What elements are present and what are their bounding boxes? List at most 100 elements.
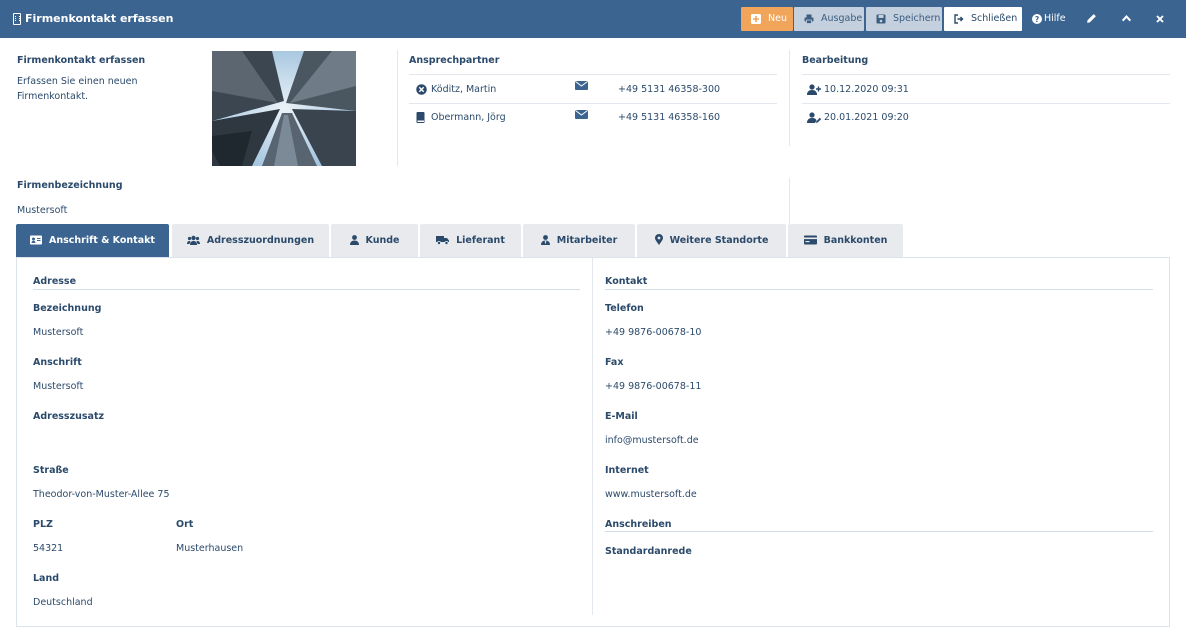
save-button-label: Speichern <box>893 13 941 24</box>
tab-address-contact[interactable]: Anschrift & Kontakt <box>16 224 169 257</box>
phone-label: Telefon <box>605 303 644 314</box>
tab-label: Kunde <box>365 235 400 246</box>
website-field[interactable]: www.mustersoft.de <box>605 489 697 500</box>
contacts-heading: Ansprechpartner <box>409 55 500 66</box>
user-icon <box>349 234 359 245</box>
standard-salutation-label: Standardanrede <box>605 546 692 557</box>
tab-label: Lieferant <box>456 235 505 246</box>
sign-out-icon <box>954 14 964 24</box>
contact-name[interactable]: Köditz, Martin <box>431 84 496 95</box>
designation-field[interactable]: Mustersoft <box>33 327 83 338</box>
building-icon <box>13 13 21 25</box>
svg-text:?: ? <box>1035 15 1039 24</box>
divider <box>409 103 777 104</box>
phone-field[interactable]: +49 9876-00678-10 <box>605 327 701 338</box>
pencil-icon <box>1086 14 1096 23</box>
title-bar: Firmenkontakt erfassen Neu Ausgabe Speic… <box>0 0 1186 38</box>
contact-name[interactable]: Obermann, Jörg <box>431 112 506 123</box>
company-photo <box>212 51 356 166</box>
envelope-icon[interactable] <box>575 109 588 120</box>
salutation-field[interactable]: Mustersoft <box>33 381 83 392</box>
window-title: Firmenkontakt erfassen <box>25 12 174 25</box>
x-circle-icon <box>416 84 427 95</box>
chevron-up-icon <box>1121 15 1131 22</box>
close-form-button-label: Schließen <box>971 13 1018 24</box>
street-field[interactable]: Theodor-von-Muster-Allee 75 <box>33 489 170 500</box>
truck-icon <box>436 235 450 245</box>
salutation-label: Anschrift <box>33 357 82 368</box>
email-field[interactable]: info@mustersoft.de <box>605 435 699 446</box>
printer-icon <box>804 14 814 24</box>
editing-heading: Bearbeitung <box>802 55 869 66</box>
new-button[interactable]: Neu <box>741 7 793 31</box>
company-value[interactable]: Mustersoft <box>17 205 67 216</box>
email-label: E-Mail <box>605 411 638 422</box>
contact-section-heading: Kontakt <box>605 276 648 287</box>
collapse-button[interactable] <box>1111 7 1141 31</box>
intro-heading: Firmenkontakt erfassen <box>17 55 146 66</box>
user-edit-icon <box>807 112 821 123</box>
book-icon <box>416 112 425 123</box>
fax-field[interactable]: +49 9876-00678-11 <box>605 381 701 392</box>
help-button[interactable]: ? Hilfe <box>1024 7 1074 31</box>
tab-label: Anschrift & Kontakt <box>49 235 155 246</box>
letter-section-heading: Anschreiben <box>605 519 672 530</box>
tab-locations[interactable]: Weitere Standorte <box>637 224 786 257</box>
modified-date: 20.01.2021 09:20 <box>824 112 909 123</box>
company-label: Firmenbezeichnung <box>17 180 123 191</box>
divider <box>592 258 593 615</box>
tab-address-assignments[interactable]: Adresszuordnungen <box>172 224 329 257</box>
street-label: Straße <box>33 465 69 476</box>
website-label: Internet <box>605 465 649 476</box>
zip-label: PLZ <box>33 519 53 530</box>
close-window-button[interactable] <box>1145 7 1175 31</box>
divider <box>605 289 1153 290</box>
help-button-label: Hilfe <box>1044 13 1066 24</box>
city-field[interactable]: Musterhausen <box>176 543 243 554</box>
designation-label: Bezeichnung <box>33 303 102 314</box>
id-card-icon <box>30 235 42 244</box>
envelope-icon[interactable] <box>575 80 588 91</box>
country-field[interactable]: Deutschland <box>33 597 93 608</box>
tab-label: Adresszuordnungen <box>206 235 315 246</box>
intro-line-1: Erfassen Sie einen neuen <box>17 76 138 87</box>
country-label: Land <box>33 573 60 584</box>
plus-square-icon <box>751 14 761 24</box>
contact-phone: +49 5131 46358-300 <box>618 84 721 95</box>
divider <box>789 50 790 146</box>
divider <box>33 289 580 290</box>
output-button[interactable]: Ausgabe <box>794 7 864 31</box>
tab-customer[interactable]: Kunde <box>331 224 418 257</box>
divider <box>397 50 398 166</box>
save-button[interactable]: Speichern <box>866 7 942 31</box>
zip-field[interactable]: 54321 <box>33 543 63 554</box>
address-section-heading: Adresse <box>33 276 77 287</box>
floppy-icon <box>876 14 886 24</box>
new-button-label: Neu <box>768 13 787 24</box>
tab-bank-accounts[interactable]: Bankkonten <box>788 224 903 257</box>
divider <box>789 178 790 224</box>
tab-employee[interactable]: Mitarbeiter <box>523 224 635 257</box>
user-plus-icon <box>807 84 821 95</box>
credit-card-icon <box>803 235 817 244</box>
divider <box>605 531 1153 532</box>
address-addition-label: Adresszusatz <box>33 411 105 422</box>
tab-label: Bankkonten <box>823 235 888 246</box>
output-button-label: Ausgabe <box>821 13 863 24</box>
close-icon <box>1156 15 1164 23</box>
divider <box>802 74 1170 75</box>
map-marker-icon <box>654 234 663 245</box>
divider <box>802 103 1170 104</box>
fax-label: Fax <box>605 357 624 368</box>
divider <box>409 74 777 75</box>
edit-button[interactable] <box>1076 7 1106 31</box>
intro-line-2: Firmenkontakt. <box>17 91 89 102</box>
tab-label: Weitere Standorte <box>669 235 769 246</box>
created-date: 10.12.2020 09:31 <box>824 84 909 95</box>
address-addition-field[interactable] <box>33 435 573 449</box>
close-form-button[interactable]: Schließen <box>944 7 1022 31</box>
contact-phone: +49 5131 46358-160 <box>618 112 721 123</box>
question-circle-icon: ? <box>1032 14 1042 24</box>
tab-supplier[interactable]: Lieferant <box>420 224 521 257</box>
user-tie-icon <box>540 234 550 245</box>
